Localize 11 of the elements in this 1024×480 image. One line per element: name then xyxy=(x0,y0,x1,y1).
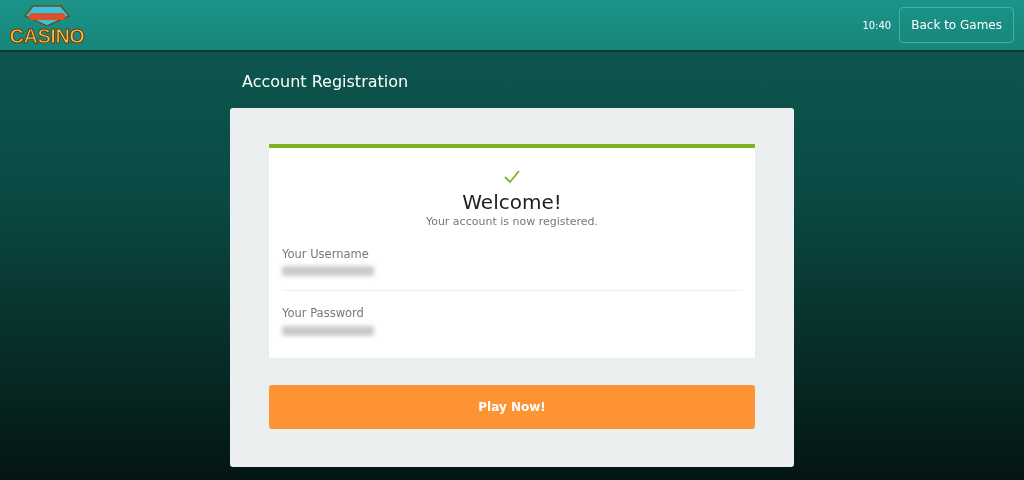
clock-time: 10:40 xyxy=(862,18,892,33)
logo-text: CASINO xyxy=(9,26,85,46)
play-now-button[interactable]: Play Now! xyxy=(269,384,755,429)
field-label: Your Username xyxy=(282,246,370,264)
field-label: Your Password xyxy=(282,305,365,323)
logo-emblem-icon xyxy=(21,4,73,26)
welcome-heading: Welcome! xyxy=(461,189,563,214)
back-to-games-button[interactable]: Back to Games xyxy=(899,7,1014,43)
registered-message: Your account is now registered. xyxy=(424,213,600,230)
checkmark-icon xyxy=(504,169,520,184)
page-title: Account Registration xyxy=(241,71,410,93)
